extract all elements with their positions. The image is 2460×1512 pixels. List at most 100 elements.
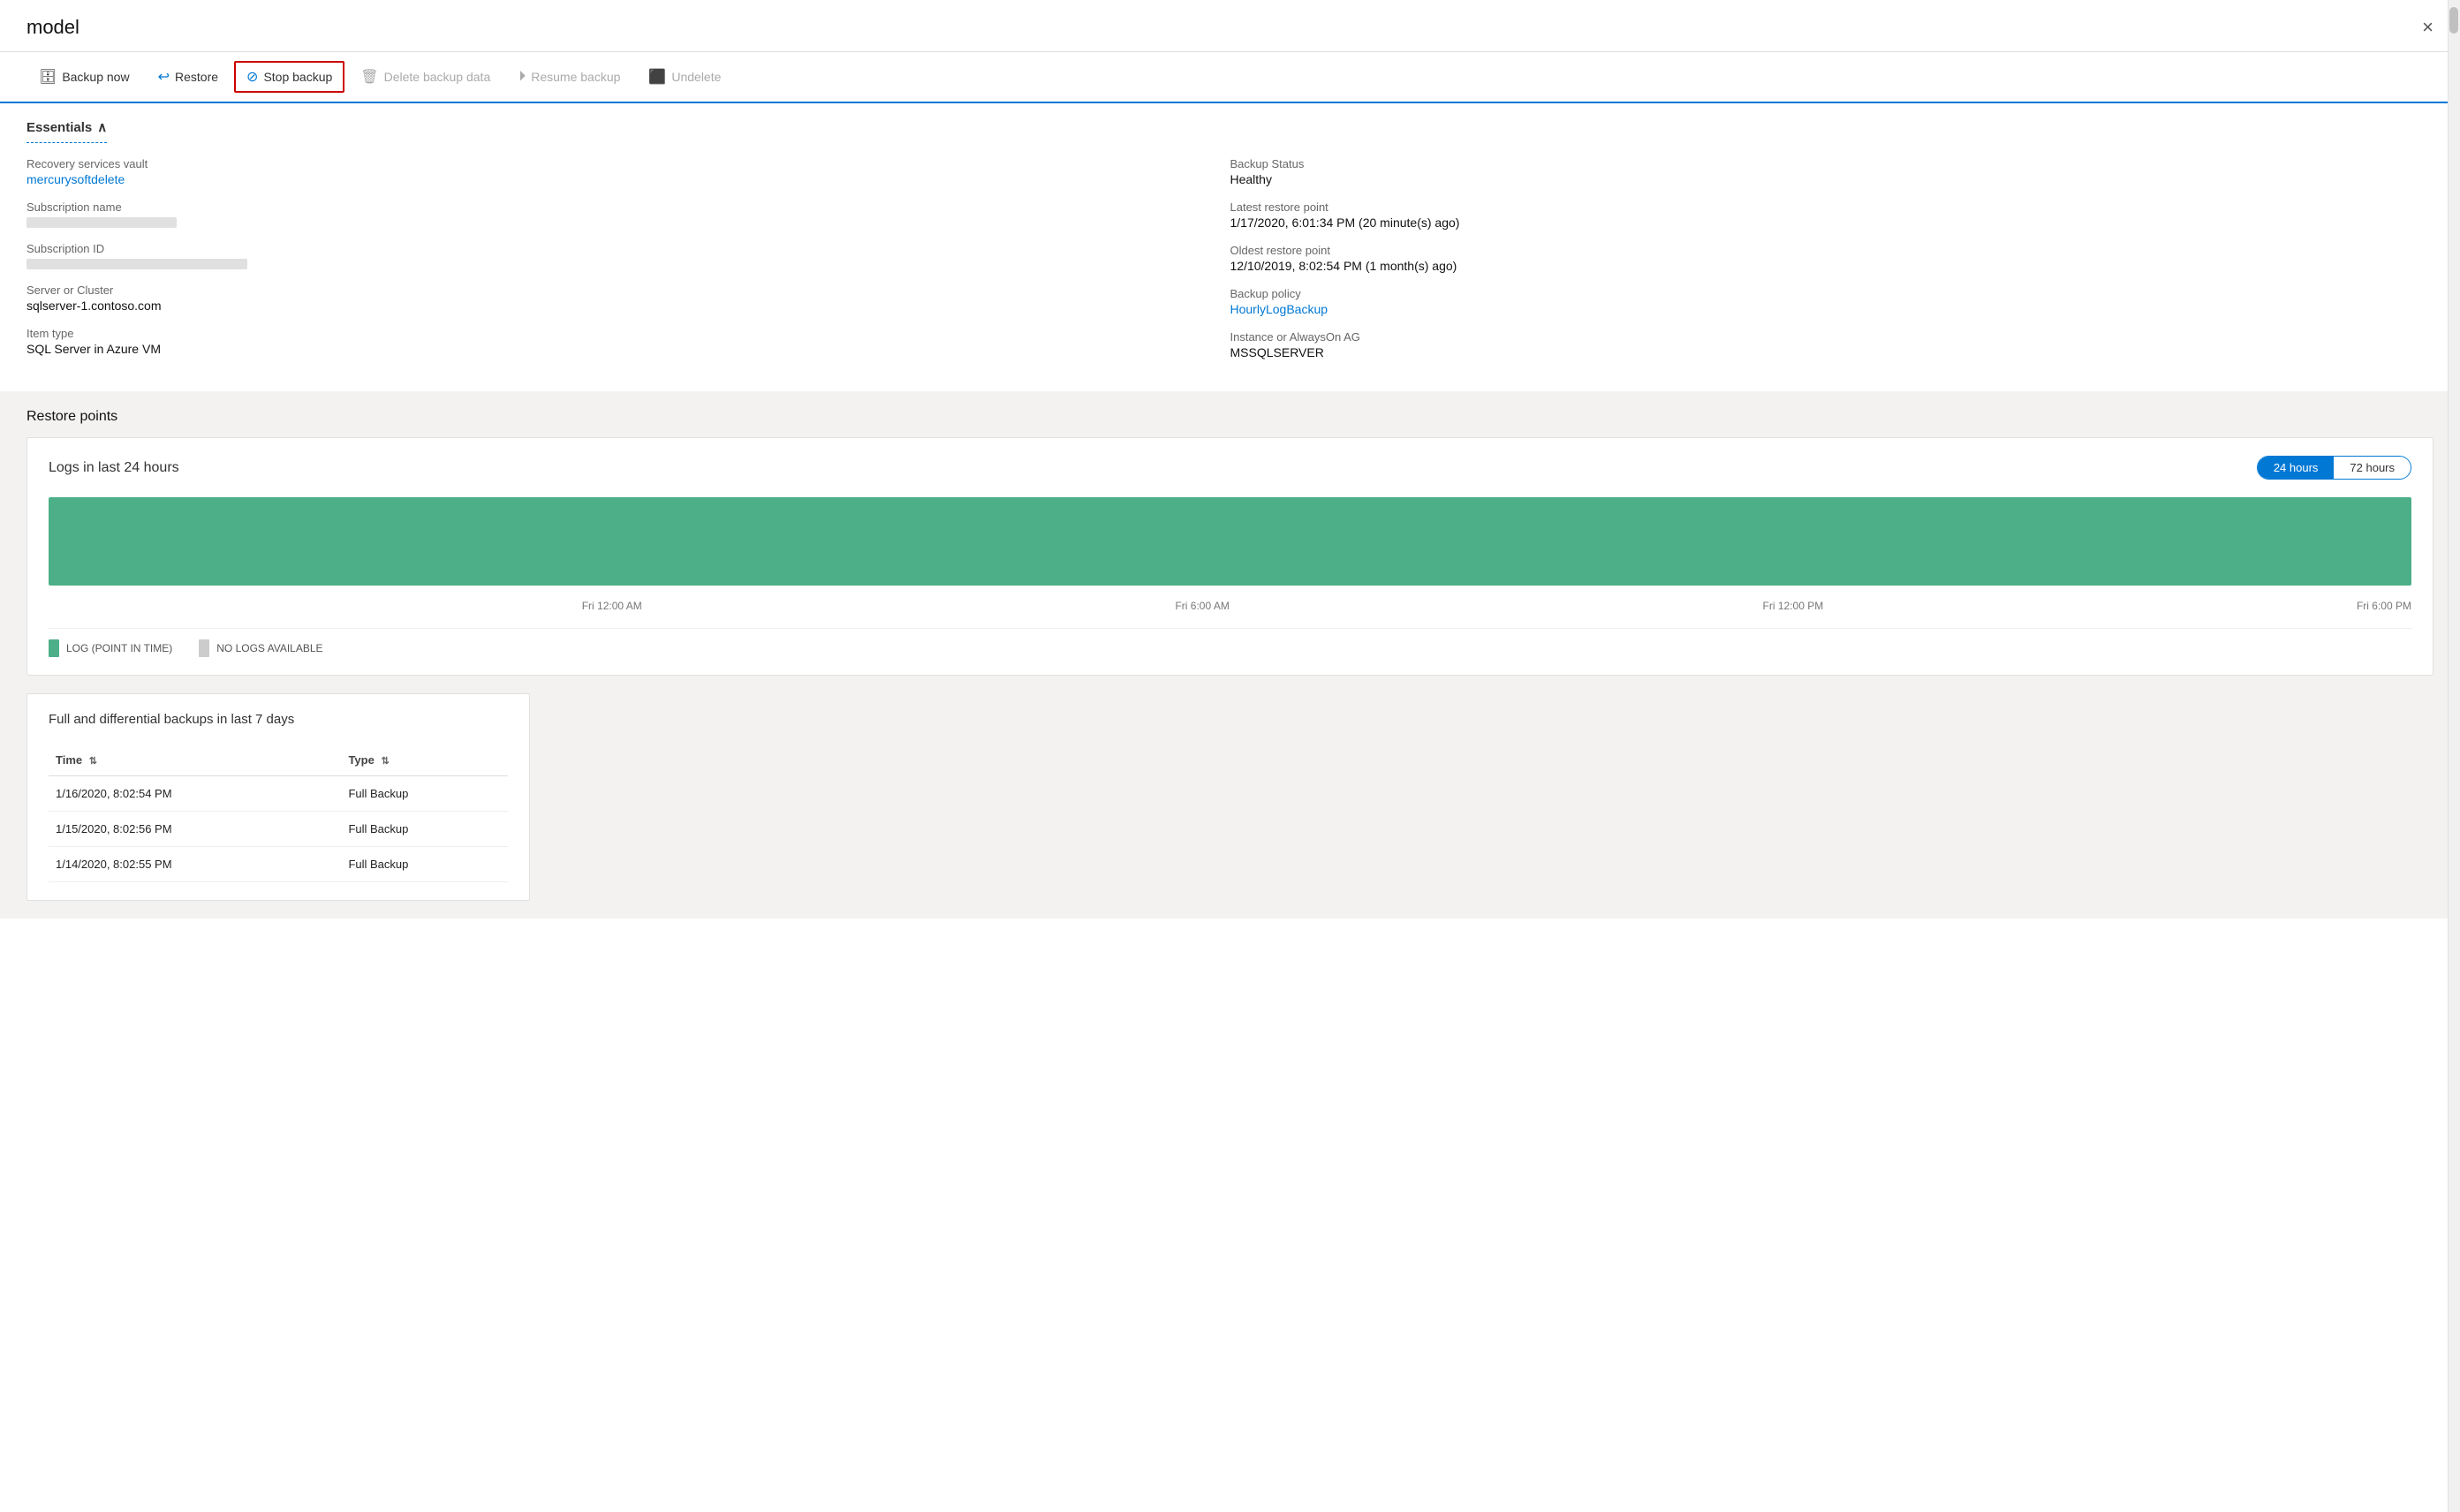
legend-no-logs-label: NO LOGS AVAILABLE [216, 642, 322, 654]
sort-type-icon: ⇅ [381, 756, 389, 767]
table-card: Full and differential backups in last 7 … [26, 693, 530, 901]
resume-backup-button[interactable]: ⏵ Resume backup [506, 62, 632, 92]
latest-restore-label: Latest restore point [1230, 200, 2434, 214]
essentials-label: Essentials [26, 120, 92, 135]
server-cluster-label: Server or Cluster [26, 284, 1230, 297]
chart-x-axis: Fri 12:00 AM Fri 6:00 AM Fri 12:00 PM Fr… [49, 594, 2411, 617]
x-label-2: Fri 6:00 AM [1175, 600, 1229, 612]
instance-label: Instance or AlwaysOn AG [1230, 330, 2434, 344]
legend-log-label: LOG (POINT IN TIME) [66, 642, 172, 654]
title-bar: model × [0, 0, 2460, 52]
time-72h-button[interactable]: 72 hours [2334, 457, 2411, 479]
scrollbar[interactable] [2448, 0, 2460, 1512]
restore-points-title: Restore points [26, 409, 2434, 425]
close-button[interactable]: × [2422, 18, 2434, 37]
legend-log-color [49, 639, 59, 657]
subscription-id-group: Subscription ID [26, 242, 1230, 269]
col-type[interactable]: Type ⇅ [341, 745, 508, 776]
recovery-vault-label: Recovery services vault [26, 157, 1230, 170]
cell-type-2: Full Backup [341, 847, 508, 882]
undelete-icon: ⬛ [648, 68, 666, 86]
main-window: model × 🗄 Backup now ↩ Restore ⊘ Stop ba… [0, 0, 2460, 1512]
chart-header: Logs in last 24 hours 24 hours 72 hours [49, 456, 2411, 480]
table-row: 1/14/2020, 8:02:55 PMFull Backup [49, 847, 508, 882]
cell-type-0: Full Backup [341, 776, 508, 812]
time-24h-button[interactable]: 24 hours [2258, 457, 2335, 479]
time-toggle: 24 hours 72 hours [2257, 456, 2411, 480]
restore-label: Restore [175, 70, 218, 84]
delete-backup-icon: 🗑 [360, 68, 378, 86]
oldest-restore-group: Oldest restore point 12/10/2019, 8:02:54… [1230, 244, 2434, 273]
subscription-name-group: Subscription name [26, 200, 1230, 228]
left-fields: Recovery services vault mercurysoftdelet… [26, 157, 1230, 374]
table-row: 1/16/2020, 8:02:54 PMFull Backup [49, 776, 508, 812]
oldest-restore-value: 12/10/2019, 8:02:54 PM (1 month(s) ago) [1230, 259, 2434, 273]
backup-status-value: Healthy [1230, 172, 2434, 186]
backup-policy-group: Backup policy HourlyLogBackup [1230, 287, 2434, 316]
backup-now-icon: 🗄 [39, 68, 57, 86]
main-content: Restore points Logs in last 24 hours 24 … [0, 391, 2460, 919]
instance-group: Instance or AlwaysOn AG MSSQLSERVER [1230, 330, 2434, 359]
essentials-chevron-icon: ∧ [97, 119, 107, 135]
legend-log-item: LOG (POINT IN TIME) [49, 639, 172, 657]
backup-status-label: Backup Status [1230, 157, 2434, 170]
item-type-group: Item type SQL Server in Azure VM [26, 327, 1230, 356]
delete-backup-data-button[interactable]: 🗑 Delete backup data [348, 61, 503, 93]
col-time[interactable]: Time ⇅ [49, 745, 341, 776]
undelete-label: Undelete [671, 70, 721, 84]
chart-bar [49, 497, 2411, 586]
scrollbar-thumb[interactable] [2449, 7, 2458, 34]
x-label-1: Fri 12:00 AM [582, 600, 642, 612]
cell-type-1: Full Backup [341, 812, 508, 847]
server-cluster-value: sqlserver-1.contoso.com [26, 299, 1230, 313]
chart-area [49, 497, 2411, 586]
recovery-vault-value[interactable]: mercurysoftdelete [26, 172, 125, 186]
latest-restore-value: 1/17/2020, 6:01:34 PM (20 minute(s) ago) [1230, 215, 2434, 230]
sort-time-icon: ⇅ [89, 756, 97, 767]
legend-no-logs-color [199, 639, 209, 657]
stop-backup-label: Stop backup [263, 70, 332, 84]
item-type-label: Item type [26, 327, 1230, 340]
table-title: Full and differential backups in last 7 … [49, 712, 508, 727]
chart-legend: LOG (POINT IN TIME) NO LOGS AVAILABLE [49, 628, 2411, 657]
delete-backup-label: Delete backup data [384, 70, 491, 84]
chart-card: Logs in last 24 hours 24 hours 72 hours … [26, 437, 2434, 676]
toolbar: 🗄 Backup now ↩ Restore ⊘ Stop backup 🗑 D… [0, 52, 2460, 103]
stop-backup-button[interactable]: ⊘ Stop backup [234, 61, 344, 93]
right-fields: Backup Status Healthy Latest restore poi… [1230, 157, 2434, 374]
latest-restore-group: Latest restore point 1/17/2020, 6:01:34 … [1230, 200, 2434, 230]
cell-time-0: 1/16/2020, 8:02:54 PM [49, 776, 341, 812]
chart-title: Logs in last 24 hours [49, 460, 179, 476]
subscription-id-label: Subscription ID [26, 242, 1230, 255]
stop-backup-icon: ⊘ [246, 68, 258, 86]
x-label-4: Fri 6:00 PM [2357, 600, 2411, 612]
x-label-3: Fri 12:00 PM [1763, 600, 1824, 612]
essentials-header[interactable]: Essentials ∧ [26, 112, 107, 143]
oldest-restore-label: Oldest restore point [1230, 244, 2434, 257]
subscription-id-placeholder [26, 259, 247, 269]
backups-table: Time ⇅ Type ⇅ 1/16/2020, 8:02:54 PMFull … [49, 745, 508, 882]
undelete-button[interactable]: ⬛ Undelete [636, 61, 733, 93]
legend-no-logs-item: NO LOGS AVAILABLE [199, 639, 322, 657]
server-cluster-group: Server or Cluster sqlserver-1.contoso.co… [26, 284, 1230, 313]
backup-now-label: Backup now [62, 70, 129, 84]
table-body: 1/16/2020, 8:02:54 PMFull Backup1/15/202… [49, 776, 508, 882]
backup-status-group: Backup Status Healthy [1230, 157, 2434, 186]
backup-policy-value[interactable]: HourlyLogBackup [1230, 302, 1328, 316]
col-time-label: Time [56, 753, 82, 767]
col-type-label: Type [348, 753, 374, 767]
item-type-value: SQL Server in Azure VM [26, 342, 1230, 356]
resume-backup-label: Resume backup [531, 70, 620, 84]
essentials-section: Essentials ∧ Recovery services vault mer… [0, 103, 2460, 391]
cell-time-2: 1/14/2020, 8:02:55 PM [49, 847, 341, 882]
cell-time-1: 1/15/2020, 8:02:56 PM [49, 812, 341, 847]
resume-backup-icon: ⏵ [518, 69, 526, 85]
backup-now-button[interactable]: 🗄 Backup now [26, 61, 142, 93]
instance-value: MSSQLSERVER [1230, 345, 2434, 359]
essentials-grid: Recovery services vault mercurysoftdelet… [26, 157, 2434, 374]
table-header-row: Time ⇅ Type ⇅ [49, 745, 508, 776]
restore-button[interactable]: ↩ Restore [146, 61, 231, 93]
recovery-vault-group: Recovery services vault mercurysoftdelet… [26, 157, 1230, 186]
table-row: 1/15/2020, 8:02:56 PMFull Backup [49, 812, 508, 847]
subscription-name-label: Subscription name [26, 200, 1230, 214]
